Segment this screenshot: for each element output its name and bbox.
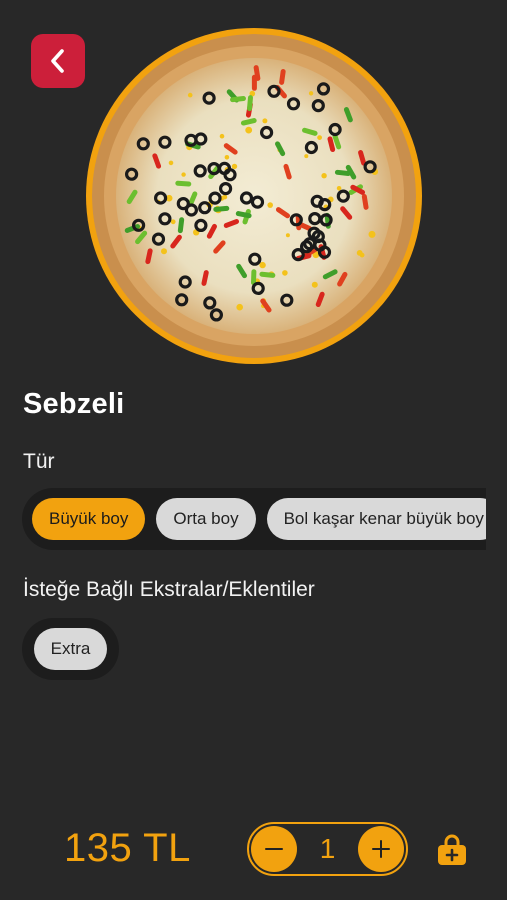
corn-topping — [219, 133, 225, 139]
corn-topping — [231, 163, 238, 170]
corn-topping — [336, 186, 342, 191]
corn-topping — [304, 154, 309, 159]
extras-options: Extra — [22, 618, 119, 680]
corn-topping — [311, 281, 318, 288]
chevron-left-icon — [51, 49, 64, 73]
corn-topping — [282, 270, 288, 276]
extras-section-label: İsteğe Bağlı Ekstralar/Eklentiler — [23, 578, 315, 601]
minus-icon — [265, 848, 283, 850]
product-image-frame — [86, 28, 422, 364]
corn-topping — [308, 91, 314, 96]
type-option-orta-boy[interactable]: Orta boy — [156, 498, 256, 540]
corn-topping — [168, 160, 174, 166]
decrease-quantity-button[interactable] — [251, 826, 297, 872]
corn-topping — [285, 233, 290, 238]
type-options-scroller[interactable]: Büyük boy Orta boy Bol kaşar kenar büyük… — [22, 488, 486, 550]
corn-topping — [368, 230, 376, 238]
corn-topping — [259, 261, 266, 269]
corn-topping — [161, 248, 167, 255]
back-button[interactable] — [31, 34, 85, 88]
product-price: 135 TL — [64, 826, 191, 870]
corn-topping — [187, 92, 193, 98]
pizza-image — [92, 34, 416, 358]
corn-topping — [317, 135, 322, 140]
extras-option-extra[interactable]: Extra — [33, 628, 108, 670]
corn-topping — [224, 155, 230, 160]
quantity-stepper: 1 — [247, 822, 408, 876]
corn-topping — [359, 252, 365, 258]
corn-topping — [321, 173, 327, 179]
corn-topping — [267, 202, 273, 208]
bag-plus-icon — [438, 834, 466, 865]
add-to-cart-button[interactable] — [434, 832, 470, 868]
corn-topping — [181, 172, 186, 177]
corn-topping — [262, 118, 268, 124]
type-option-bol-kasar-kenar[interactable]: Bol kaşar kenar büyük boy — [266, 498, 486, 540]
corn-topping — [245, 126, 253, 134]
corn-topping — [236, 303, 243, 311]
product-title: Sebzeli — [23, 388, 125, 420]
corn-topping — [170, 219, 176, 225]
increase-quantity-button[interactable] — [357, 826, 404, 872]
type-option-buyuk-boy[interactable]: Büyük boy — [32, 498, 146, 540]
type-section-label: Tür — [23, 450, 55, 473]
plus-icon — [371, 840, 390, 858]
quantity-value: 1 — [319, 833, 336, 864]
